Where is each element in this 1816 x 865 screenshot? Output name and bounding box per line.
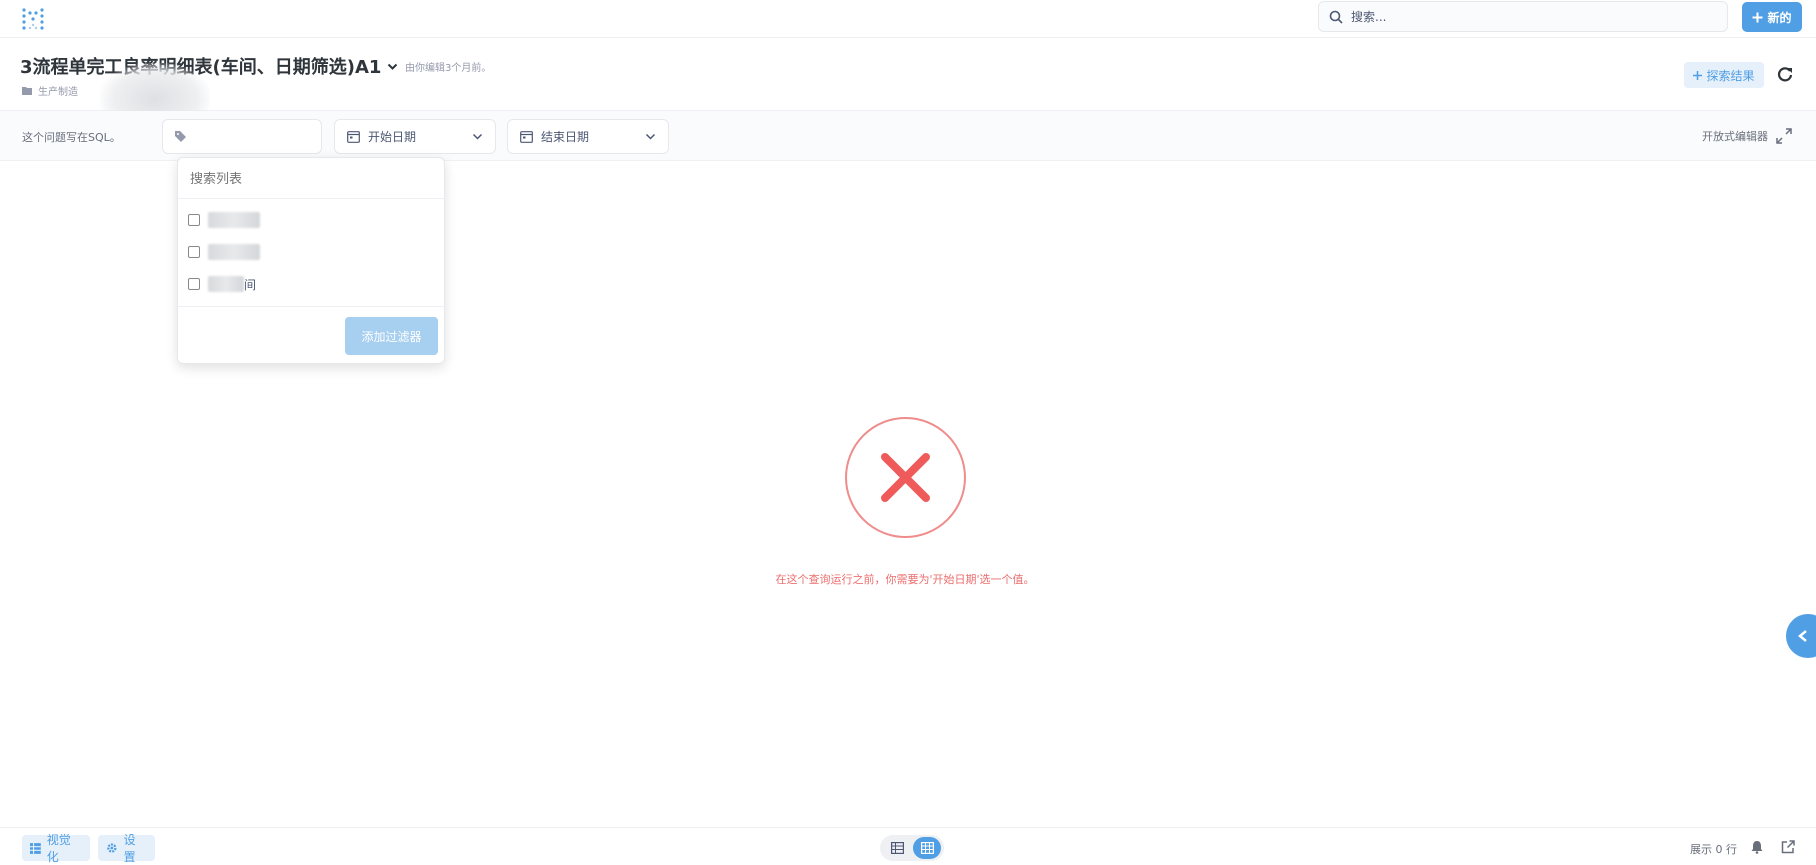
refresh-icon[interactable]: [1776, 66, 1794, 84]
gear-icon: [107, 843, 117, 853]
visualization-view-option[interactable]: [913, 837, 941, 859]
last-edited-text[interactable]: 由你编辑3个月前。: [405, 59, 491, 74]
option-label: [208, 212, 260, 228]
option-label: 间: [244, 277, 257, 292]
folder-icon: [22, 87, 32, 95]
end-date-filter-widget[interactable]: 结束日期: [507, 119, 669, 154]
sql-note: 这个问题写在SQL。: [22, 131, 121, 144]
error-message: 在这个查询运行之前，你需要为'开始日期'选一个值。: [775, 573, 1035, 586]
calendar-icon: [520, 131, 533, 143]
start-date-filter-widget[interactable]: 开始日期: [334, 119, 496, 154]
filter-option[interactable]: [188, 211, 428, 229]
breadcrumb: 生产制造: [22, 83, 78, 98]
calendar-icon: [347, 131, 360, 143]
settings-button[interactable]: 设置: [98, 833, 155, 864]
start-date-label: 开始日期: [368, 130, 417, 144]
filter-bar: 这个问题写在SQL。 开始日期 结束日期 开放式编辑器: [0, 111, 1816, 161]
top-navigation-bar: 搜索... 新的: [0, 0, 1816, 38]
tag-icon: [175, 131, 186, 142]
share-icon[interactable]: [1781, 840, 1795, 854]
explore-results-button[interactable]: 探索结果: [1684, 62, 1764, 88]
filter-option[interactable]: [188, 243, 428, 261]
open-editor-button[interactable]: 开放式编辑器: [1702, 128, 1792, 144]
visualization-label: 视觉化: [46, 833, 71, 864]
chevron-down-icon[interactable]: [387, 61, 398, 72]
table-view-option[interactable]: [883, 837, 911, 859]
grid-icon: [30, 842, 41, 854]
option-checkbox[interactable]: [188, 214, 200, 226]
option-checkbox[interactable]: [188, 246, 200, 258]
table-icon: [890, 842, 904, 854]
question-footer: 视觉化 设置 展示 0 行: [0, 827, 1816, 864]
explore-results-label: 探索结果: [1706, 68, 1755, 83]
metabase-logo-icon[interactable]: [20, 6, 46, 32]
error-state-circle: [845, 417, 966, 538]
search-placeholder: 搜索...: [1351, 10, 1387, 24]
visualization-button[interactable]: 视觉化: [22, 833, 90, 864]
global-search-input[interactable]: 搜索...: [1318, 1, 1728, 32]
plus-icon: [1752, 12, 1763, 22]
list-search-input[interactable]: [190, 168, 430, 190]
new-button-label: 新的: [1767, 10, 1792, 25]
add-filter-button[interactable]: 添加过滤器: [345, 317, 438, 355]
collection-link[interactable]: 生产制造: [38, 83, 78, 98]
divider: [178, 306, 446, 307]
grid-icon: [920, 842, 934, 854]
chevron-left-icon: [1798, 630, 1807, 642]
view-mode-toggle[interactable]: [880, 835, 944, 861]
filter-options-popover: 间 添加过滤器: [177, 157, 446, 364]
filter-option[interactable]: 间: [188, 275, 428, 293]
bell-icon[interactable]: [1750, 840, 1764, 854]
expand-icon: [1776, 128, 1792, 144]
settings-label: 设置: [123, 833, 136, 864]
plus-icon: [1693, 70, 1703, 80]
divider: [178, 198, 446, 199]
new-button[interactable]: 新的: [1742, 2, 1802, 32]
option-checkbox[interactable]: [188, 278, 200, 290]
chevron-down-icon: [645, 133, 656, 140]
question-header: 3流程单完工良率明细表(车间、日期筛选)A1 由你编辑3个月前。 生产制造 探索…: [0, 38, 1816, 135]
workshop-filter-widget[interactable]: [162, 119, 322, 154]
close-x-icon: [881, 453, 930, 502]
end-date-label: 结束日期: [541, 130, 590, 144]
search-icon: [1329, 10, 1343, 24]
sidebar-toggle-tab[interactable]: [1786, 614, 1816, 658]
open-editor-label: 开放式编辑器: [1702, 130, 1768, 143]
chevron-down-icon: [472, 133, 483, 140]
option-label-redacted: [208, 276, 244, 292]
option-label: [208, 244, 260, 260]
